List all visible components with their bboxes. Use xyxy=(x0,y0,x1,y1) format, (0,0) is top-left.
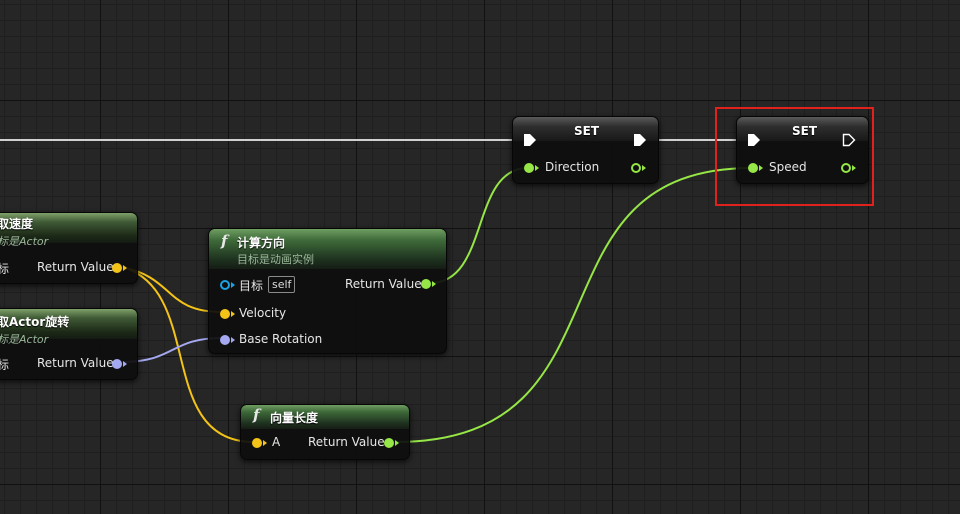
function-icon: f xyxy=(253,406,260,424)
set-direction-node[interactable]: SET Direction xyxy=(512,116,659,184)
a-pin-label: A xyxy=(272,435,281,449)
wire-speed[interactable] xyxy=(394,167,753,443)
base-rotation-pin-label: Base Rotation xyxy=(239,332,323,346)
calculate-direction-node[interactable]: f 计算方向 目标是动画实例 目标 self Return Value Velo… xyxy=(208,228,447,354)
return-value-pin[interactable] xyxy=(384,438,399,448)
node-subtitle: 目标是动画实例 xyxy=(237,253,314,266)
wire-layer xyxy=(0,139,753,443)
node-title: 取Actor旋转 xyxy=(0,315,70,329)
direction-output-pin[interactable] xyxy=(631,163,646,173)
node-title: 取速度 xyxy=(0,217,34,231)
target-self-field[interactable]: self xyxy=(268,276,296,293)
get-velocity-node[interactable]: 取速度 标是Actor 标 Return Value xyxy=(0,212,138,284)
return-value-label: Return Value xyxy=(37,260,114,274)
return-value-pin[interactable] xyxy=(421,279,436,289)
exec-out-pin[interactable] xyxy=(633,133,647,147)
node-title: 计算方向 xyxy=(237,236,286,250)
base-rotation-pin[interactable] xyxy=(220,335,235,345)
node-subtitle: 标是Actor xyxy=(0,333,49,346)
return-value-label: Return Value xyxy=(308,435,385,449)
target-pin-label: 标 xyxy=(0,358,10,372)
vector-length-node[interactable]: f 向量长度 A Return Value xyxy=(240,404,410,460)
return-value-label: Return Value xyxy=(37,356,114,370)
function-icon: f xyxy=(221,232,228,250)
target-pin[interactable] xyxy=(220,280,235,290)
blueprint-graph-canvas[interactable]: 取速度 标是Actor 标 Return Value 取Actor旋转 标是Ac… xyxy=(0,0,960,514)
return-value-label: Return Value xyxy=(345,277,422,291)
velocity-pin-label: Velocity xyxy=(239,306,287,320)
highlight-box xyxy=(715,107,874,206)
return-value-pin[interactable] xyxy=(112,359,127,369)
exec-in-pin[interactable] xyxy=(523,133,537,147)
return-value-pin[interactable] xyxy=(112,263,127,273)
node-title: 向量长度 xyxy=(270,411,319,425)
node-subtitle: 标是Actor xyxy=(0,235,49,248)
target-pin-label: 目标 xyxy=(239,279,264,293)
direction-input-pin[interactable] xyxy=(524,163,539,173)
a-pin[interactable] xyxy=(252,438,267,448)
node-title: SET xyxy=(574,124,600,138)
velocity-pin[interactable] xyxy=(220,309,235,319)
target-pin-label: 标 xyxy=(0,262,10,276)
direction-pin-label: Direction xyxy=(545,160,600,174)
get-actor-rotation-node[interactable]: 取Actor旋转 标是Actor 标 Return Value xyxy=(0,308,138,380)
